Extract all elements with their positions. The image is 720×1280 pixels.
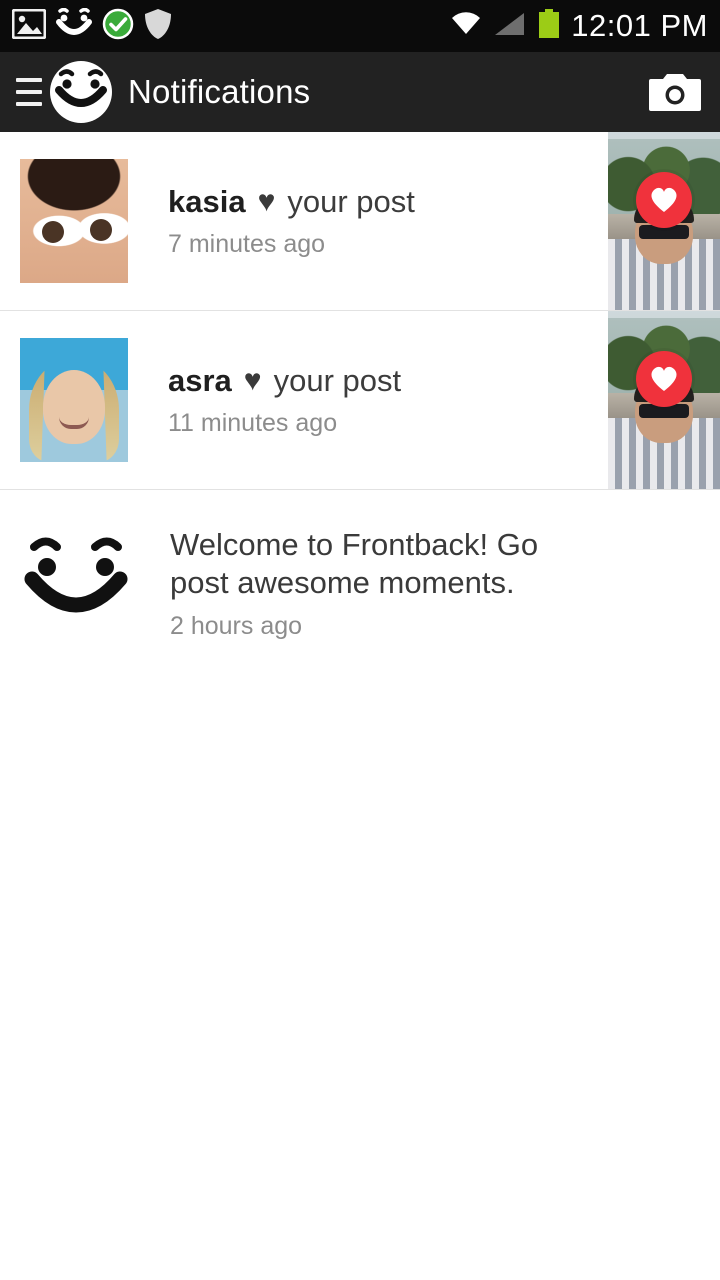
notification-content: kasia ♥ your post 7 minutes ago — [168, 183, 608, 259]
notification-row[interactable]: asra ♥ your post 11 minutes ago — [0, 311, 720, 490]
heart-icon — [636, 350, 692, 407]
notification-headline: kasia ♥ your post — [168, 183, 598, 220]
notification-content: asra ♥ your post 11 minutes ago — [168, 362, 608, 438]
welcome-content: Welcome to Frontback! Go post awesome mo… — [170, 526, 720, 641]
checkmark-icon — [102, 8, 134, 45]
notification-list: kasia ♥ your post 7 minutes ago asra ♥ y… — [0, 132, 720, 671]
welcome-notification-row[interactable]: Welcome to Frontback! Go post awesome mo… — [0, 490, 720, 671]
heart-icon: ♥ — [243, 363, 262, 397]
notification-action: your post — [287, 183, 415, 219]
notification-timestamp: 7 minutes ago — [168, 230, 326, 259]
welcome-timestamp: 2 hours ago — [170, 611, 303, 640]
battery-icon — [537, 8, 561, 44]
page-title: Notifications — [128, 73, 311, 110]
frontback-smiley-icon — [22, 526, 130, 634]
notification-timestamp: 11 minutes ago — [168, 409, 338, 438]
notification-headline: asra ♥ your post — [168, 362, 598, 399]
signal-icon — [493, 10, 527, 43]
notification-username[interactable]: kasia — [168, 183, 246, 220]
status-bar: 12:01 PM — [0, 0, 720, 52]
status-bar-left-icons — [11, 7, 172, 45]
welcome-message: Welcome to Frontback! Go post awesome mo… — [170, 527, 539, 600]
avatar[interactable] — [20, 338, 128, 462]
post-thumbnail[interactable] — [608, 132, 720, 310]
camera-icon[interactable] — [646, 68, 704, 116]
gallery-icon — [11, 8, 47, 44]
app-action-bar: Notifications — [0, 52, 720, 132]
notification-action: your post — [273, 362, 402, 398]
notification-row[interactable]: kasia ♥ your post 7 minutes ago — [0, 132, 720, 311]
shield-icon — [144, 8, 172, 45]
status-bar-right-icons: 12:01 PM — [449, 8, 708, 44]
post-thumbnail[interactable] — [608, 311, 720, 489]
heart-icon — [636, 171, 692, 228]
wifi-icon — [449, 10, 483, 43]
frontback-logo-icon — [50, 61, 112, 123]
status-bar-clock: 12:01 PM — [571, 8, 708, 43]
hamburger-menu-icon[interactable] — [16, 78, 42, 106]
frontback-smiley-icon — [56, 7, 92, 45]
avatar[interactable] — [20, 159, 128, 283]
heart-icon: ♥ — [257, 184, 276, 218]
notification-username[interactable]: asra — [168, 362, 232, 399]
